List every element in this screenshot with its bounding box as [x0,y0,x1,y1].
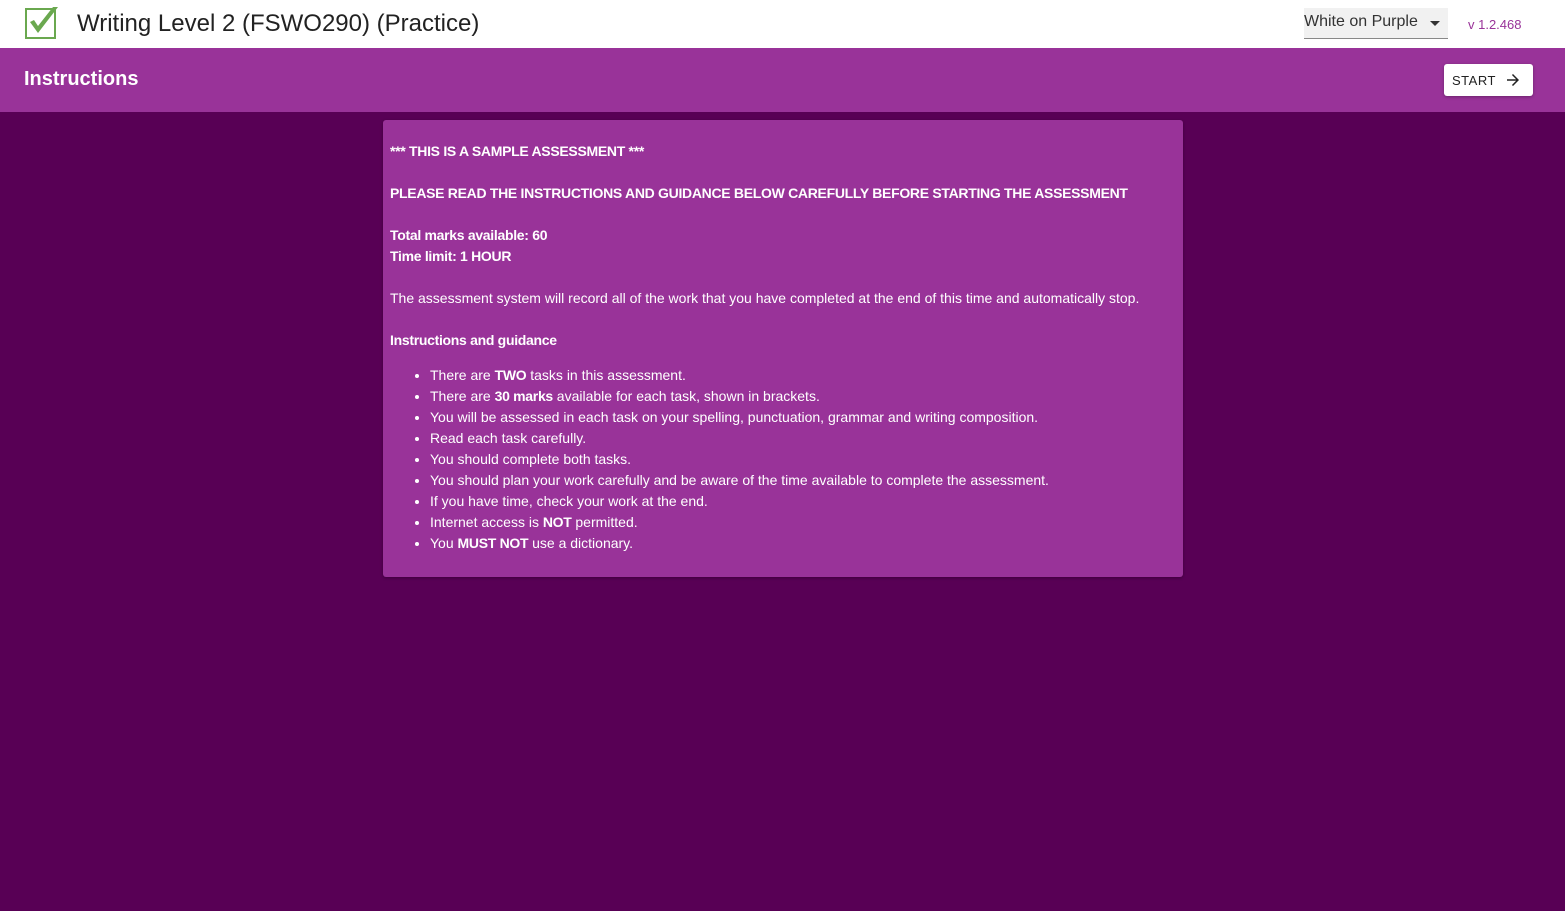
start-button[interactable]: START [1444,64,1533,96]
top-app-bar: Writing Level 2 (FSWO290) (Practice) Whi… [0,0,1565,48]
marks-and-time: Total marks available: 60 Time limit: 1 … [390,225,1176,267]
app-title: Writing Level 2 (FSWO290) (Practice) [77,10,480,37]
instructions-toolbar: Instructions START [0,48,1565,112]
theme-select[interactable]: White on Purple [1304,8,1448,39]
chevron-down-icon [1430,21,1440,26]
instructions-card: *** THIS IS A SAMPLE ASSESSMENT *** PLEA… [383,120,1183,577]
arrow-right-icon [1507,74,1519,86]
time-limit: Time limit: 1 HOUR [390,248,512,264]
theme-select-value: White on Purple [1304,13,1418,30]
sample-notice: *** THIS IS A SAMPLE ASSESSMENT *** [390,143,644,159]
start-button-label: START [1452,73,1496,88]
total-marks: Total marks available: 60 [390,227,548,243]
list-item: You MUST NOT use a dictionary. [430,533,1176,554]
system-note: The assessment system will record all of… [390,290,1140,306]
check-box-icon [25,7,58,39]
list-item: You should plan your work carefully and … [430,470,1176,491]
list-item: There are TWO tasks in this assessment. [430,365,1176,386]
read-notice: PLEASE READ THE INSTRUCTIONS AND GUIDANC… [390,185,1128,201]
list-item: Internet access is NOT permitted. [430,512,1176,533]
list-item: Read each task carefully. [430,428,1176,449]
page-title: Instructions [24,68,139,90]
list-item: You should complete both tasks. [430,449,1176,470]
guidance-list: There are TWO tasks in this assessment. … [390,365,1176,554]
list-item: There are 30 marks available for each ta… [430,386,1176,407]
guidance-heading: Instructions and guidance [390,332,557,348]
list-item: You will be assessed in each task on you… [430,407,1176,428]
version-label: v 1.2.468 [1468,17,1522,32]
list-item: If you have time, check your work at the… [430,491,1176,512]
